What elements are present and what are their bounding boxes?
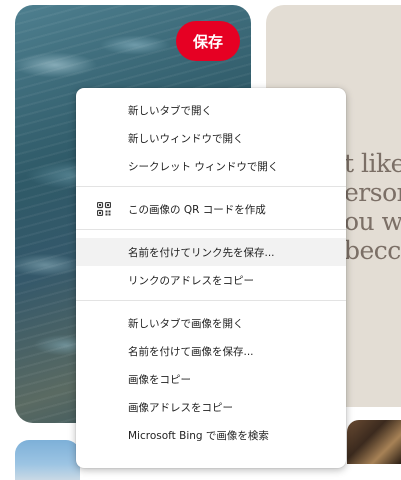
menu-item-open-incognito[interactable]: シークレット ウィンドウで開く bbox=[76, 152, 346, 180]
menu-item-save-link-as[interactable]: 名前を付けてリンク先を保存... bbox=[76, 238, 346, 266]
menu-item-open-new-window[interactable]: 新しいウィンドウで開く bbox=[76, 124, 346, 152]
menu-separator bbox=[76, 300, 346, 301]
menu-separator bbox=[76, 229, 346, 230]
menu-separator bbox=[76, 186, 346, 187]
quote-line: ou wa bbox=[344, 207, 401, 236]
menu-item-create-qr[interactable]: この画像の QR コードを作成 bbox=[76, 195, 346, 223]
menu-item-copy-image-address[interactable]: 画像アドレスをコピー bbox=[76, 393, 346, 421]
qr-code-icon bbox=[97, 202, 111, 216]
menu-item-search-image-bing[interactable]: Microsoft Bing で画像を検索 bbox=[76, 421, 346, 449]
pin-image-brown[interactable] bbox=[347, 420, 401, 464]
menu-item-open-image-new-tab[interactable]: 新しいタブで画像を開く bbox=[76, 309, 346, 337]
context-menu: 新しいタブで開く 新しいウィンドウで開く シークレット ウィンドウで開く この画… bbox=[76, 88, 346, 468]
quote-line: t like bbox=[344, 149, 401, 178]
quote-line: becc bbox=[344, 236, 401, 265]
menu-item-label: この画像の QR コードを作成 bbox=[128, 203, 266, 216]
menu-item-copy-link-address[interactable]: リンクのアドレスをコピー bbox=[76, 266, 346, 294]
quote-line: ersor bbox=[344, 178, 401, 207]
quote-text: t like ersor ou wa becc bbox=[344, 149, 401, 265]
menu-item-open-new-tab[interactable]: 新しいタブで開く bbox=[76, 96, 346, 124]
pin-image-sky[interactable] bbox=[15, 440, 80, 480]
save-button[interactable]: 保存 bbox=[176, 21, 240, 61]
menu-item-copy-image[interactable]: 画像をコピー bbox=[76, 365, 346, 393]
menu-item-save-image-as[interactable]: 名前を付けて画像を保存... bbox=[76, 337, 346, 365]
